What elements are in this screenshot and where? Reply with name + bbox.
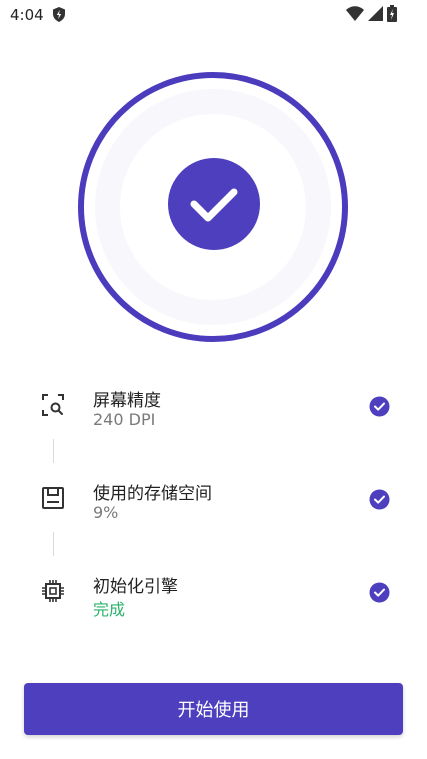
check-circle-icon [369,396,390,417]
status-hero [77,71,349,343]
list-item-screen-density: 屏幕精度 240 DPI [0,378,427,438]
step-connector [53,532,54,556]
storage-icon [40,485,66,511]
list-item-engine: 初始化引擎 完成 [0,564,427,624]
status-time: 4:04 [10,6,44,24]
step-connector [53,439,54,463]
check-circle-icon [369,489,390,510]
item-title: 使用的存储空间 [93,484,212,504]
item-value: 完成 [93,600,126,619]
check-circle-icon [369,582,390,603]
wifi-icon [346,6,364,21]
screen-scan-icon [40,392,66,418]
item-title: 初始化引擎 [93,577,178,597]
status-icons [346,5,397,22]
item-value: 240 DPI [93,410,156,429]
app-screen: 4:04 屏幕精度 240 DPI 使用的存储空间 9% 初始化引擎 完成 开始… [0,0,427,759]
chip-icon [40,578,66,604]
shield-icon [52,7,66,22]
signal-icon [368,6,383,21]
start-button[interactable]: 开始使用 [24,683,403,735]
item-title: 屏幕精度 [93,391,161,411]
battery-charging-icon [387,5,397,22]
status-bar: 4:04 [0,0,427,30]
list-item-storage: 使用的存储空间 9% [0,471,427,531]
item-value: 9% [93,503,119,522]
